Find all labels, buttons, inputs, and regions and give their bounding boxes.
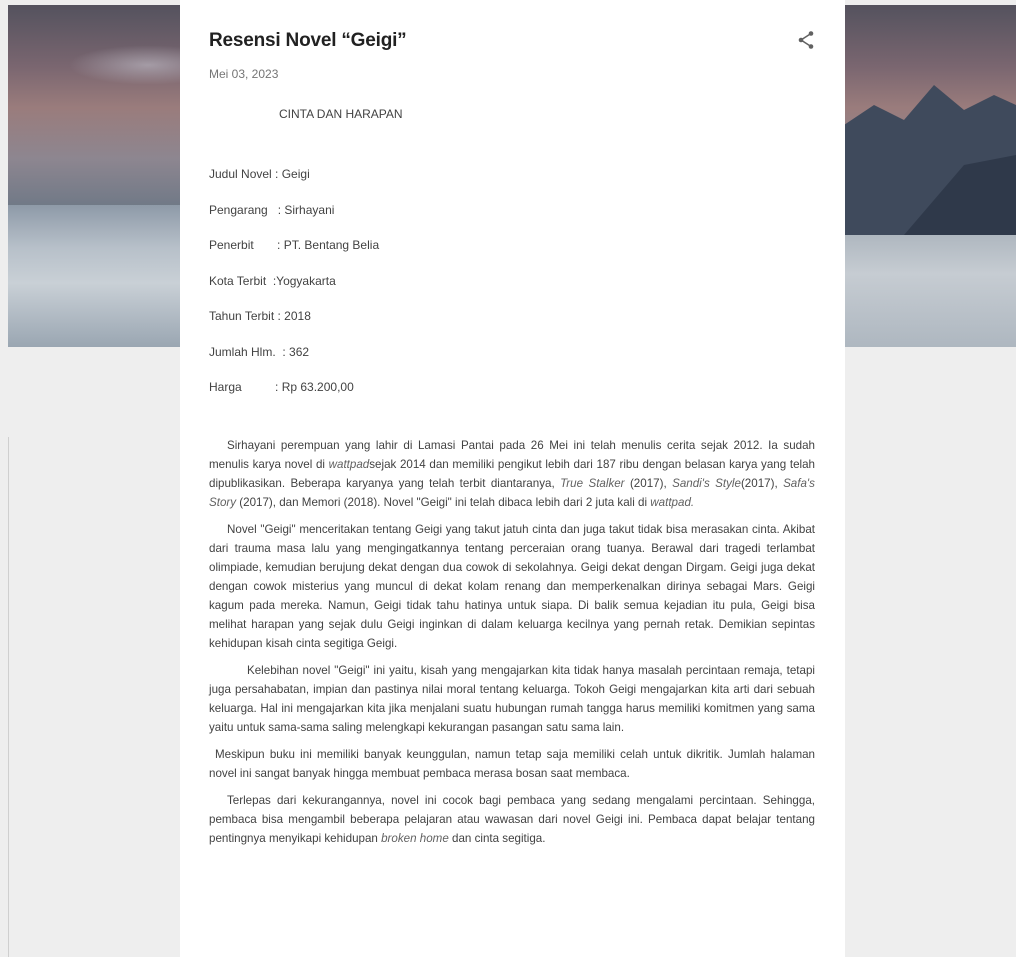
paragraph-author: Sirhayani perempuan yang lahir di Lamasi… [209,438,815,509]
detail-value: : 362 [282,344,310,359]
detail-value: : PT. Bentang Belia [277,238,380,252]
paragraph-weaknesses: Meskipun buku ini memiliki banyak keungg… [209,747,815,780]
detail-label: Penerbit [209,238,278,252]
detail-value: : Rp 63.200,00 [275,380,354,394]
paragraph-synopsis: Novel "Geigi" menceritakan tentang Geigi… [209,522,815,650]
detail-row-title: Judul Novel : Geigi [209,167,815,203]
page-edge [8,437,9,957]
detail-label: Kota Terbit [209,273,273,288]
paragraph-strengths: Kelebihan novel "Geigi" ini yaitu, kisah… [209,663,815,734]
detail-row-city: Kota Terbit :Yogyakarta [209,274,815,310]
book-details: Judul Novel : Geigi Pengarang : Sirhayan… [209,167,815,416]
detail-label: Tahun Terbit [209,309,278,323]
share-icon [798,31,814,49]
detail-value: : Geigi [275,167,310,181]
detail-row-price: Harga : Rp 63.200,00 [209,380,815,416]
paragraph-conclusion: Terlepas dari kekurangannya, novel ini c… [209,793,815,845]
detail-row-pages: Jumlah Hlm. : 362 [209,345,815,381]
detail-row-author: Pengarang : Sirhayani [209,203,815,239]
post-subheading: CINTA DAN HARAPAN [279,107,403,121]
link-wattpad: wattpad [328,457,370,471]
detail-value: : 2018 [277,309,311,323]
detail-value: : Sirhayani [277,202,335,217]
detail-row-publisher: Penerbit : PT. Bentang Belia [209,238,815,274]
blog-post: Resensi Novel “Geigi” Mei 03, 2023 CINTA… [180,0,845,957]
detail-label: Jumlah Hlm. [209,344,283,359]
dune-left-decoration [8,205,208,347]
detail-label: Harga [209,380,276,394]
share-button[interactable] [797,30,815,50]
post-date: Mei 03, 2023 [209,67,279,81]
mountain-decoration [844,85,1016,235]
detail-row-year: Tahun Terbit : 2018 [209,309,815,345]
detail-value: :Yogyakarta [272,273,336,288]
detail-label: Pengarang [209,202,278,217]
post-title: Resensi Novel “Geigi” [209,30,407,51]
dune-right-decoration [844,225,1016,347]
detail-label: Judul Novel [209,167,276,181]
